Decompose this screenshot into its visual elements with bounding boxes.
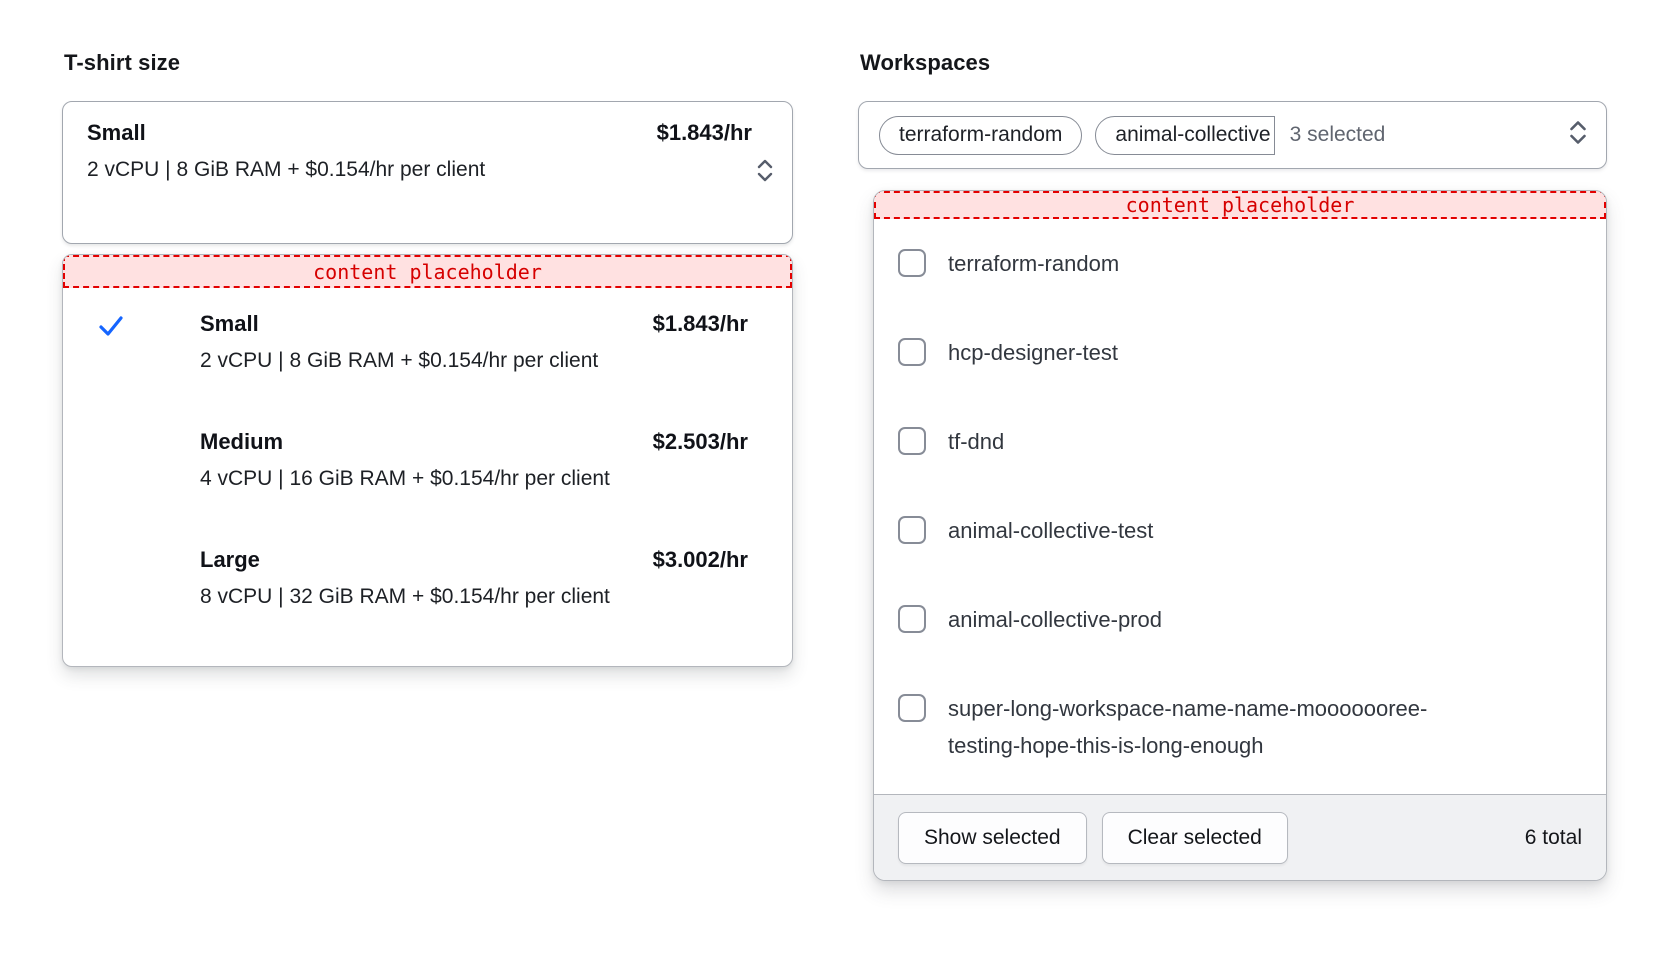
workspace-name: animal-collective-test bbox=[948, 512, 1153, 549]
size-option[interactable]: Large $3.002/hr 8 vCPU | 32 GiB RAM + $0… bbox=[63, 544, 792, 616]
workspace-list-item[interactable]: terraform-random bbox=[898, 245, 1582, 282]
tshirt-size-label: T-shirt size bbox=[64, 50, 793, 76]
workspace-name: hcp-designer-test bbox=[948, 334, 1118, 371]
size-option-title: Medium bbox=[200, 426, 283, 458]
clear-selected-button[interactable]: Clear selected bbox=[1102, 812, 1288, 864]
workspaces-section: Workspaces terraform-random animal-colle… bbox=[858, 50, 1607, 881]
workspace-checkbox[interactable] bbox=[898, 694, 926, 722]
size-option-specs: 8 vCPU | 32 GiB RAM + $0.154/hr per clie… bbox=[200, 578, 630, 616]
size-option[interactable]: Small $1.843/hr 2 vCPU | 8 GiB RAM + $0.… bbox=[63, 308, 792, 380]
size-option[interactable]: Medium $2.503/hr 4 vCPU | 16 GiB RAM + $… bbox=[63, 426, 792, 498]
size-option-price: $3.002/hr bbox=[653, 544, 748, 576]
workspace-tag: terraform-random bbox=[879, 116, 1082, 155]
workspace-checkbox[interactable] bbox=[898, 427, 926, 455]
workspace-list-item[interactable]: hcp-designer-test bbox=[898, 334, 1582, 371]
workspace-checkbox[interactable] bbox=[898, 338, 926, 366]
chevron-up-down-icon bbox=[1566, 118, 1590, 152]
workspace-checkbox[interactable] bbox=[898, 605, 926, 633]
chevron-up-down-icon bbox=[754, 157, 776, 189]
show-selected-button[interactable]: Show selected bbox=[898, 812, 1087, 864]
size-options-list: Small $1.843/hr 2 vCPU | 8 GiB RAM + $0.… bbox=[63, 288, 792, 666]
size-option-specs: 2 vCPU | 8 GiB RAM + $0.154/hr per clien… bbox=[200, 342, 630, 380]
workspaces-list: terraform-random hcp-designer-test tf-dn… bbox=[874, 219, 1606, 794]
check-icon bbox=[96, 311, 126, 346]
size-option-title: Small bbox=[200, 308, 259, 340]
selected-size-specs: 2 vCPU | 8 GiB RAM + $0.154/hr per clien… bbox=[87, 151, 565, 189]
workspace-name: terraform-random bbox=[948, 245, 1119, 282]
selected-size-title: Small bbox=[87, 117, 146, 149]
total-count-text: 6 total bbox=[1525, 826, 1582, 850]
workspace-name: super-long-workspace-name-name-moooooore… bbox=[948, 690, 1488, 764]
workspaces-label: Workspaces bbox=[860, 50, 1607, 76]
content-placeholder-banner: content placeholder bbox=[63, 255, 792, 288]
selected-size-price: $1.843/hr bbox=[657, 117, 752, 149]
content-placeholder-banner: content placeholder bbox=[874, 191, 1606, 219]
workspace-list-item[interactable]: animal-collective-test bbox=[898, 512, 1582, 549]
size-option-title: Large bbox=[200, 544, 260, 576]
size-option-specs: 4 vCPU | 16 GiB RAM + $0.154/hr per clie… bbox=[200, 460, 630, 498]
tshirt-size-section: T-shirt size Small $1.843/hr 2 vCPU | 8 … bbox=[62, 50, 793, 667]
workspaces-dropdown: content placeholder terraform-random hcp… bbox=[873, 190, 1607, 881]
tshirt-size-select-trigger[interactable]: Small $1.843/hr 2 vCPU | 8 GiB RAM + $0.… bbox=[62, 101, 793, 244]
workspaces-footer: Show selected Clear selected 6 total bbox=[874, 794, 1606, 880]
tshirt-size-dropdown: content placeholder Small $1.843/hr 2 vC… bbox=[62, 254, 793, 667]
workspace-list-item[interactable]: tf-dnd bbox=[898, 423, 1582, 460]
workspace-tag-clipped: animal-collective bbox=[1095, 116, 1274, 155]
selected-count-text: 3 selected bbox=[1290, 123, 1386, 147]
size-option-price: $1.843/hr bbox=[653, 308, 748, 340]
workspaces-multiselect-trigger[interactable]: terraform-random animal-collective 3 sel… bbox=[858, 101, 1607, 169]
workspace-list-item[interactable]: super-long-workspace-name-name-moooooore… bbox=[898, 690, 1582, 764]
workspace-checkbox[interactable] bbox=[898, 516, 926, 544]
workspace-name: animal-collective-prod bbox=[948, 601, 1162, 638]
workspace-checkbox[interactable] bbox=[898, 249, 926, 277]
workspace-name: tf-dnd bbox=[948, 423, 1004, 460]
workspace-list-item[interactable]: animal-collective-prod bbox=[898, 601, 1582, 638]
size-option-price: $2.503/hr bbox=[653, 426, 748, 458]
